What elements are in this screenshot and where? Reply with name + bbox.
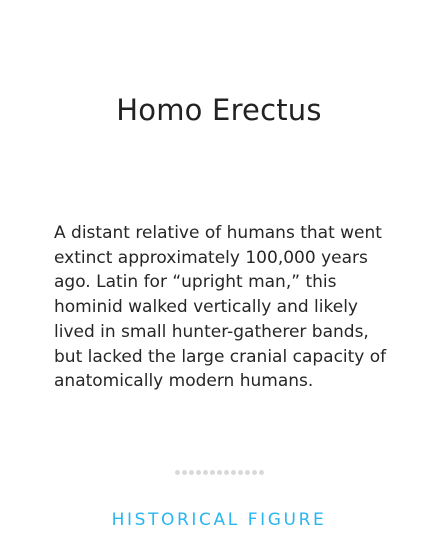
card-description: A distant relative of humans that went e… (54, 223, 387, 392)
pagination-dots (0, 470, 438, 476)
pagination-dot[interactable] (258, 470, 264, 475)
pagination-dot[interactable] (216, 470, 222, 475)
pagination-dot[interactable] (244, 470, 250, 475)
pagination-dot[interactable] (237, 470, 243, 475)
pagination-dot[interactable] (174, 470, 180, 475)
card-title: Homo Erectus (116, 93, 322, 127)
category-label: HISTORICAL FIGURE (111, 510, 327, 530)
pagination-dot[interactable] (230, 470, 236, 475)
pagination-dot[interactable] (195, 470, 201, 475)
pagination-dot[interactable] (223, 470, 229, 475)
flash-card: Homo Erectus A distant relative of human… (0, 0, 438, 557)
pagination-dot[interactable] (251, 470, 257, 475)
pagination-dot[interactable] (209, 470, 215, 475)
pagination-dot[interactable] (202, 470, 208, 475)
pagination-dot[interactable] (181, 470, 187, 475)
pagination-dot[interactable] (188, 470, 194, 475)
